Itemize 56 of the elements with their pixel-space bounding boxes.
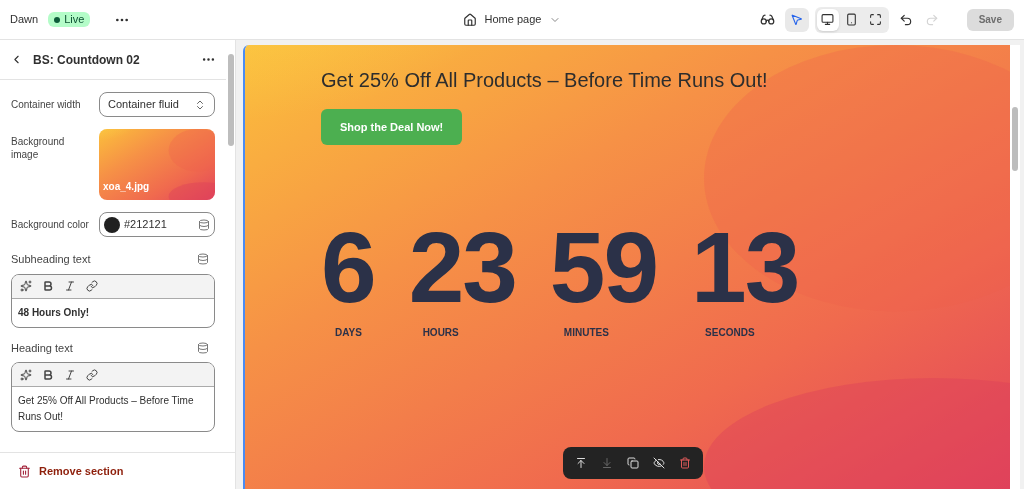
trash-icon — [18, 464, 31, 478]
delete-icon[interactable] — [679, 457, 691, 469]
remove-section-button[interactable]: Remove section — [39, 462, 124, 480]
countdown-unit: SECONDS — [705, 326, 755, 340]
select-field[interactable]: Container fluid — [99, 92, 215, 117]
hide-icon[interactable] — [653, 457, 665, 469]
database-icon — [197, 253, 209, 266]
home-icon — [462, 12, 477, 27]
fullscreen-icon — [869, 13, 883, 26]
bold-icon[interactable] — [42, 280, 54, 292]
theme-name: Dawn — [10, 12, 39, 28]
field-label: Heading text — [11, 340, 73, 356]
link-icon[interactable] — [86, 280, 98, 292]
countdown-unit: MINUTES — [563, 326, 609, 340]
database-icon — [198, 218, 210, 231]
glasses-icon[interactable] — [759, 12, 775, 27]
inspector-button[interactable] — [784, 7, 809, 32]
countdown-number: 13 — [691, 217, 799, 317]
database-icon — [197, 341, 209, 354]
countdown-number: 59 — [549, 217, 658, 317]
color-swatch[interactable] — [104, 216, 120, 233]
section-title: BS: Countdown 02 — [33, 51, 141, 69]
image-filename: xoa_4.jpg — [103, 180, 150, 194]
page-selector[interactable]: Home page — [462, 11, 562, 28]
countdown-unit: DAYS — [335, 326, 362, 340]
countdown-number: 6 — [321, 217, 375, 317]
countdown-unit: HOURS — [422, 326, 459, 340]
scrollbar-thumb[interactable] — [227, 54, 234, 146]
scrollbar-thumb[interactable] — [1012, 107, 1018, 171]
field-label: Container width — [11, 98, 82, 111]
rich-text-editor[interactable]: 48 Hours Only! — [11, 273, 215, 328]
italic-icon[interactable] — [64, 280, 76, 292]
pointer-icon — [790, 13, 804, 26]
rich-text-content: Get 25% Off All Products – Before Time Runs Out! — [17, 394, 195, 424]
status-badge: Live — [48, 12, 91, 27]
sparkle-icon[interactable] — [20, 280, 32, 292]
desktop-view-button[interactable] — [816, 8, 839, 31]
countdown-number: 23 — [408, 217, 516, 317]
desktop-icon — [821, 13, 835, 26]
move-up-icon[interactable] — [575, 457, 587, 469]
heading-text: Get 25% Off All Products – Before Time Runs Out! — [321, 68, 768, 93]
undo-icon[interactable] — [898, 12, 913, 27]
field-label: Subheading text — [11, 252, 91, 267]
duplicate-icon[interactable] — [627, 457, 639, 469]
chevron-icon — [194, 98, 206, 111]
bold-icon[interactable] — [42, 368, 54, 381]
field-label: Background image — [11, 135, 66, 161]
color-value: #212121 — [124, 217, 168, 233]
italic-icon[interactable] — [64, 368, 76, 381]
rich-text-content: 48 Hours Only! — [17, 305, 91, 320]
field-label: Background color — [11, 218, 90, 231]
rich-text-editor[interactable]: Get 25% Off All Products – Before Time Runs Out! — [11, 362, 215, 432]
link-icon[interactable] — [86, 368, 98, 381]
mobile-icon — [845, 13, 859, 26]
color-field[interactable]: #212121 — [99, 212, 215, 237]
sparkle-icon[interactable] — [20, 368, 32, 381]
